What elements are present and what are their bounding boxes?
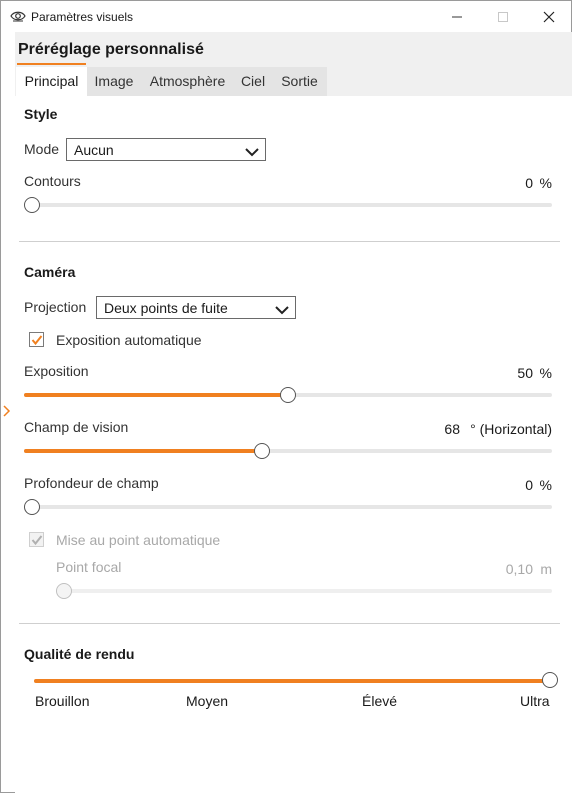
mode-label: Mode xyxy=(24,141,60,157)
camera-heading: Caméra xyxy=(24,264,76,280)
title-bar: Paramètres visuels xyxy=(1,1,571,32)
exposure-value: 50 xyxy=(517,365,533,381)
eye-icon xyxy=(10,9,26,23)
contours-unit: % xyxy=(539,175,552,191)
mode-select-value: Aucun xyxy=(74,142,114,158)
contours-slider-thumb[interactable] xyxy=(24,197,40,213)
tab-atmosphere[interactable]: Atmosphère xyxy=(141,67,234,96)
tab-content-area xyxy=(15,96,572,793)
quality-level-ultra[interactable]: Ultra xyxy=(520,693,550,709)
render-quality-slider-thumb[interactable] xyxy=(542,672,558,688)
tab-ciel[interactable]: Ciel xyxy=(234,67,272,96)
auto-exposure-label[interactable]: Exposition automatique xyxy=(56,332,202,348)
fov-unit: ° (Horizontal) xyxy=(470,421,552,437)
style-heading: Style xyxy=(24,106,58,122)
projection-select-value: Deux points de fuite xyxy=(104,300,228,316)
checkmark-icon xyxy=(31,535,43,546)
fov-value: 68 xyxy=(444,421,460,437)
exposure-slider-fill xyxy=(24,393,288,397)
projection-select[interactable]: Deux points de fuite xyxy=(96,296,296,319)
dof-value: 0 xyxy=(525,477,533,493)
quality-level-eleve[interactable]: Élevé xyxy=(362,693,397,709)
fov-label: Champ de vision xyxy=(24,419,129,435)
quality-level-brouillon[interactable]: Brouillon xyxy=(35,693,89,709)
visual-settings-window: Paramètres visuels Préréglage personnali… xyxy=(0,0,572,793)
fov-slider-thumb[interactable] xyxy=(254,443,270,459)
exposure-label: Exposition xyxy=(24,363,89,379)
chevron-down-icon xyxy=(245,144,259,157)
focal-point-value: 0,10 xyxy=(505,561,533,577)
contours-label: Contours xyxy=(24,173,81,189)
dof-unit: % xyxy=(539,477,552,493)
section-divider xyxy=(19,623,560,624)
tab-principal[interactable]: Principal xyxy=(16,67,87,96)
tab-image[interactable]: Image xyxy=(87,67,141,96)
exposure-slider-thumb[interactable] xyxy=(280,387,296,403)
quality-level-moyen[interactable]: Moyen xyxy=(186,693,228,709)
chevron-down-icon xyxy=(275,302,289,315)
section-divider xyxy=(19,241,560,242)
checkmark-icon xyxy=(31,335,43,346)
dof-slider-track[interactable] xyxy=(24,505,552,509)
chevron-right-icon[interactable] xyxy=(3,404,11,417)
exposure-unit: % xyxy=(539,365,552,381)
close-button[interactable] xyxy=(526,1,572,32)
focal-point-label: Point focal xyxy=(56,559,122,575)
focal-point-slider-track[interactable] xyxy=(56,589,552,593)
autofocus-label[interactable]: Mise au point automatique xyxy=(56,532,220,548)
focal-point-slider-thumb[interactable] xyxy=(56,583,72,599)
fov-slider-fill xyxy=(24,449,262,453)
window-title: Paramètres visuels xyxy=(31,10,134,24)
focal-point-unit: m xyxy=(540,561,552,577)
auto-exposure-checkbox[interactable] xyxy=(29,332,44,347)
contours-slider-track[interactable] xyxy=(24,203,552,207)
projection-label: Projection xyxy=(24,299,87,315)
dof-label: Profondeur de champ xyxy=(24,475,159,491)
dof-slider-thumb[interactable] xyxy=(24,499,40,515)
preset-underline xyxy=(17,63,86,65)
render-quality-heading: Qualité de rendu xyxy=(24,646,135,662)
render-quality-slider-fill xyxy=(34,679,550,683)
minimize-button[interactable] xyxy=(434,1,480,32)
autofocus-checkbox[interactable] xyxy=(29,532,44,547)
preset-title[interactable]: Préréglage personnalisé xyxy=(18,41,204,59)
maximize-button[interactable] xyxy=(480,1,526,32)
tab-sortie[interactable]: Sortie xyxy=(272,67,327,96)
mode-select[interactable]: Aucun xyxy=(66,138,266,161)
contours-value: 0 xyxy=(525,175,533,191)
